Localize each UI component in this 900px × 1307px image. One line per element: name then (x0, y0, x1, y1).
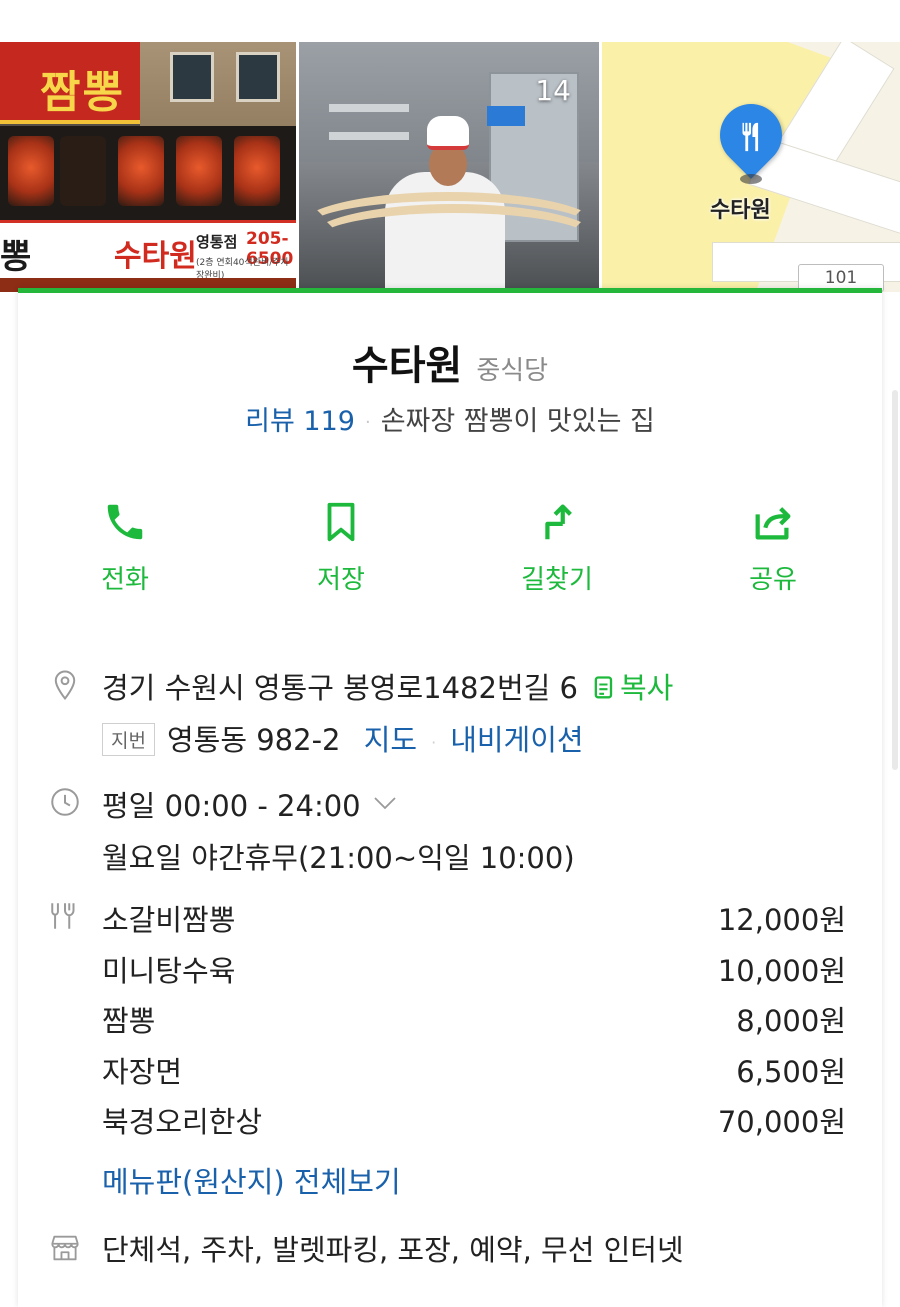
road-address-row: 경기 수원시 영통구 봉영로1482번길 6 복사 (102, 665, 673, 707)
menu-item-price: 10,000원 (717, 953, 846, 988)
dot-separator: · (431, 732, 437, 752)
dot-separator: · (364, 412, 371, 433)
road-address: 경기 수원시 영통구 봉영로1482번길 6 (102, 671, 578, 705)
menu-item-price: 8,000원 (736, 1004, 846, 1038)
place-info-card: 수타원 중식당 리뷰 119 · 손짜장 짬뽕이 맛있는 집 전화 저장 길찾기 (18, 288, 882, 1307)
map-pin-label: 수타원 (710, 198, 771, 223)
building-window (236, 52, 280, 102)
banner-store-name: 수타원 (114, 239, 197, 274)
kitchen-shelf (329, 132, 409, 140)
banner-branch: 영통점 (196, 233, 238, 251)
hours-summary: 평일 00:00 - 24:00 (102, 789, 361, 823)
sign-top-text: 짬뽕 (40, 67, 125, 118)
food-menu-panel (0, 126, 296, 222)
directions-icon (545, 504, 572, 540)
place-category: 중식당 (476, 356, 549, 386)
copy-label: 복사 (619, 671, 674, 705)
menu-item-price: 12,000원 (717, 903, 846, 937)
map-link[interactable]: 지도 (364, 723, 417, 757)
hours-toggle[interactable]: 평일 00:00 - 24:00 (102, 783, 397, 825)
fork-knife-icon (726, 112, 776, 162)
storefront-top-sign: 짬뽕 (0, 42, 140, 124)
navigation-link[interactable]: 내비게이션 (450, 723, 583, 757)
save-button[interactable]: 저장 (266, 499, 416, 596)
menu-item: 미니탕수육 10,000원 (102, 948, 846, 999)
photo-strip[interactable]: 짬뽕 뽕 수타원 영통점 205-6500 (2층 연회40석완비/주차장완비) (0, 42, 900, 292)
kitchen-blue-basin (487, 106, 525, 126)
kitchen-photo[interactable]: 14 (299, 42, 599, 292)
storefront-photo[interactable]: 짬뽕 뽕 수타원 영통점 205-6500 (2층 연회40석완비/주차장완비) (0, 42, 296, 292)
chevron-down-icon (374, 797, 396, 810)
jibun-address-row: 지번 영통동 982-2 지도 · 내비게이션 (102, 717, 584, 759)
map-pin-shadow (740, 174, 762, 184)
menu-item-name: 미니탕수육 (102, 953, 236, 988)
noodle-strand (309, 204, 599, 274)
food-image (176, 136, 222, 206)
call-button[interactable]: 전화 (50, 499, 200, 596)
directions-button[interactable]: 길찾기 (482, 499, 632, 596)
bookmark-icon (327, 502, 355, 542)
menu-item: 짬뽕 8,000원 (102, 998, 846, 1049)
jibun-address: 영통동 982-2 (166, 723, 341, 757)
menu-item: 소갈비짬뽕 12,000원 (102, 897, 846, 948)
place-name: 수타원 (351, 343, 463, 389)
storefront-banner: 뽕 수타원 영통점 205-6500 (2층 연회40석완비/주차장완비) (0, 220, 296, 281)
jibun-tag: 지번 (102, 723, 155, 756)
photo-count: 14 (535, 74, 571, 107)
menu-item-price: 70,000원 (717, 1105, 846, 1139)
copy-address-button[interactable]: 복사 (592, 671, 673, 705)
menu-item-name: 자장면 (102, 1054, 183, 1089)
review-count-link[interactable]: 리뷰 119 (245, 406, 355, 437)
menu-item-name: 소갈비짬뽕 (102, 903, 236, 937)
food-image (8, 136, 54, 206)
clock-icon (51, 788, 79, 816)
amenities: 단체석, 주차, 발렛파킹, 포장, 예약, 무선 인터넷 (102, 1233, 684, 1267)
food-image (60, 136, 106, 206)
subtitle-row: 리뷰 119 · 손짜장 짬뽕이 맛있는 집 (18, 399, 882, 438)
share-icon (755, 507, 791, 540)
menu-item-name: 짬뽕 (102, 1004, 156, 1038)
hours-note: 월요일 야간휴무(21:00~익일 10:00) (102, 841, 575, 875)
utensils-icon (51, 903, 75, 929)
title-row: 수타원 중식당 (18, 333, 882, 391)
food-image (234, 136, 280, 206)
menu-item: 자장면 6,500원 (102, 1049, 846, 1100)
full-menu-link[interactable]: 메뉴판(원산지) 전체보기 (102, 1159, 401, 1201)
place-tagline: 손짜장 짬뽕이 맛있는 집 (380, 406, 655, 437)
copy-icon (594, 676, 613, 699)
menu-item: 북경오리한상 70,000원 (102, 1099, 846, 1150)
menu-list: 소갈비짬뽕 12,000원 미니탕수육 10,000원 짬뽕 8,000원 자장… (102, 897, 846, 1150)
phone-icon (107, 504, 143, 540)
chef-hat (427, 116, 469, 150)
kitchen-shelf (329, 104, 409, 112)
save-button-label: 저장 (317, 565, 365, 595)
building-window (170, 52, 214, 102)
share-button-label: 공유 (749, 565, 797, 595)
menu-item-name: 북경오리한상 (102, 1105, 263, 1139)
map-thumbnail[interactable]: 수타원 101 (602, 42, 900, 292)
action-bar: 전화 저장 길찾기 공유 (18, 499, 882, 609)
food-image (118, 136, 164, 206)
share-button[interactable]: 공유 (698, 499, 848, 596)
scrollbar[interactable] (892, 390, 898, 770)
banner-left-text: 뽕 (0, 237, 32, 277)
menu-item-price: 6,500원 (736, 1054, 846, 1089)
call-button-label: 전화 (101, 565, 149, 595)
directions-button-label: 길찾기 (521, 565, 593, 595)
location-pin-icon (54, 670, 76, 701)
store-icon (51, 1235, 79, 1261)
